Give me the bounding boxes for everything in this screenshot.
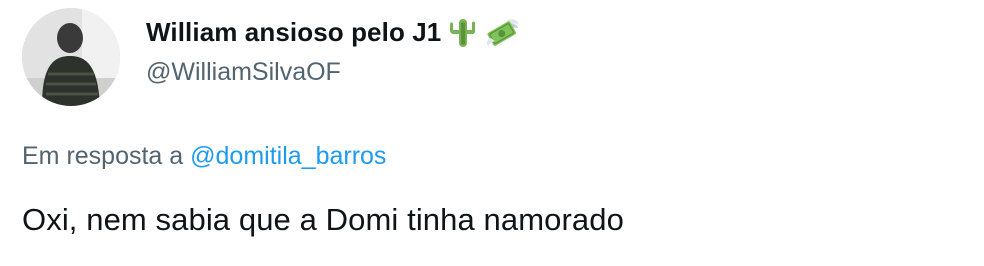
cactus-emoji-icon: [445, 14, 481, 50]
tweet-text: Oxi, nem sabia que a Domi tinha namorado: [22, 202, 624, 237]
tweet-author: William ansioso pelo J1 @WilliamSilvaOF: [146, 12, 521, 87]
reply-context: Em resposta a @domitila_barros: [22, 142, 386, 171]
money-with-wings-emoji-icon: [485, 14, 521, 50]
reply-mention-link[interactable]: @domitila_barros: [190, 142, 386, 170]
avatar-photo: [22, 8, 120, 106]
reply-context-prefix: Em resposta a: [22, 142, 184, 170]
author-handle[interactable]: @WilliamSilvaOF: [146, 58, 521, 87]
display-name-row[interactable]: William ansioso pelo J1: [146, 12, 521, 52]
display-name: William ansioso pelo J1: [146, 16, 442, 47]
avatar[interactable]: [22, 8, 120, 106]
